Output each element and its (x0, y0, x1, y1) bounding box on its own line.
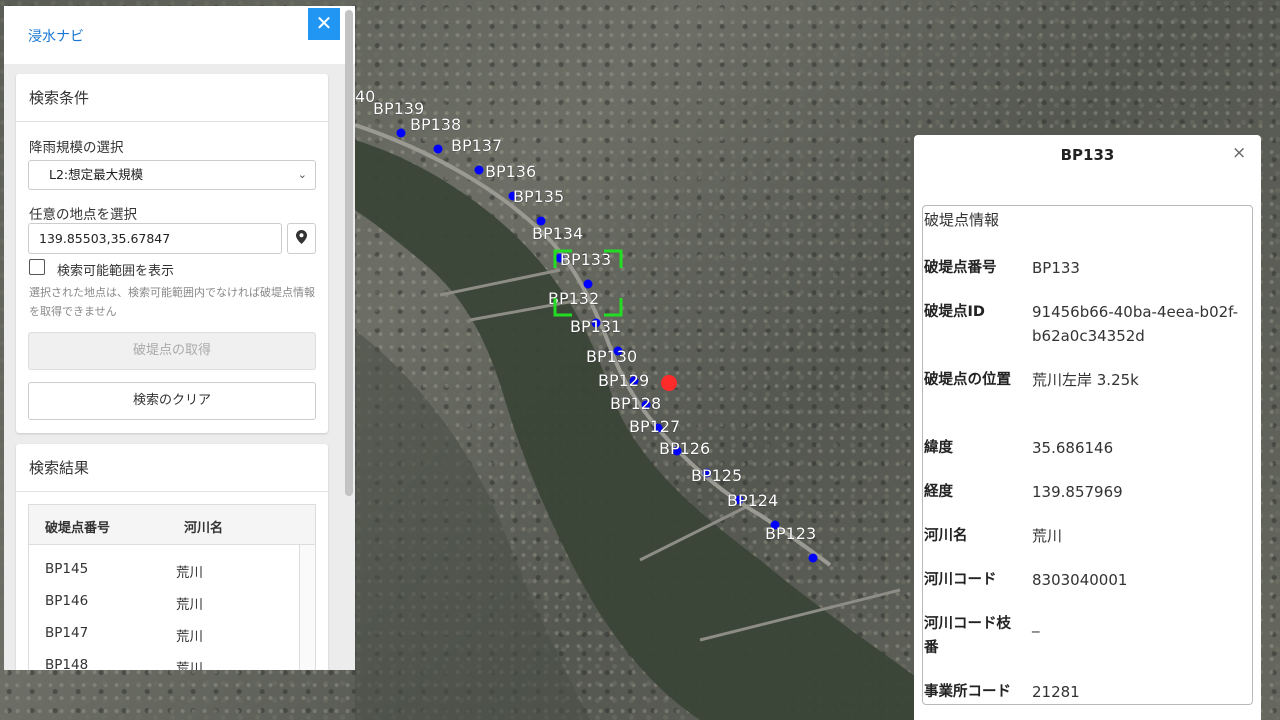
close-panel-button[interactable]: ✕ (308, 8, 340, 40)
detail-value: 91456b66-40ba-4eea-b02f-b62a0c34352d (1032, 303, 1239, 345)
breach-point-dot[interactable] (583, 279, 593, 289)
breach-point-label: BP130 (586, 347, 637, 366)
table-row[interactable]: BP148 荒川 (29, 649, 299, 670)
breach-point-label: BP136 (485, 162, 536, 181)
detail-key: 破堤点番号 (924, 260, 997, 276)
close-icon[interactable]: × (1232, 143, 1246, 163)
breach-point-label: BP133 (560, 250, 611, 269)
table-row[interactable]: BP146 荒川 (29, 585, 299, 617)
table-scrollbar[interactable] (299, 545, 315, 670)
detail-value: 荒川 (1032, 527, 1063, 545)
clear-search-button[interactable]: 検索のクリア (28, 382, 316, 420)
breach-point-details: 破堤点情報 破堤点番号 BP133 破堤点ID 91456b66-40ba-4e… (922, 205, 1253, 705)
cell-river-name: 荒川 (176, 629, 203, 645)
map-pin-icon (296, 230, 307, 244)
table-row[interactable]: BP145 荒川 (29, 553, 299, 585)
location-marker-icon[interactable] (661, 375, 677, 391)
detail-value: 荒川左岸 3.25k (1032, 371, 1139, 389)
details-heading: 破堤点情報 (924, 211, 1000, 229)
breach-point-label: BP125 (691, 466, 742, 485)
cell-breach-number: BP146 (45, 593, 89, 609)
rainfall-label: 降雨規模の選択 (29, 140, 124, 156)
detail-key: 河川コード枝番 (924, 616, 1011, 656)
search-panel: 浸水ナビ 検索条件 降雨規模の選択 L2:想定最大規模 ⌄ 任意の地点を選択 1… (4, 6, 355, 670)
app-header: 浸水ナビ (4, 6, 355, 64)
show-range-checkbox[interactable] (29, 259, 45, 275)
detail-value: 8303040001 (1032, 571, 1128, 589)
detail-key: 経度 (924, 484, 953, 500)
detail-key: 事業所コード (924, 684, 1011, 700)
breach-point-dot[interactable] (396, 128, 406, 138)
breach-point-label: BP126 (659, 439, 710, 458)
rainfall-selected-value: L2:想定最大規模 (49, 167, 144, 182)
point-label: 任意の地点を選択 (29, 207, 137, 223)
search-results-card: 検索結果 破堤点番号 河川名 BP145 荒川 BP146 荒川 BP147 荒… (16, 444, 328, 670)
detail-key: 緯度 (924, 440, 953, 456)
detail-key: 破堤点の位置 (924, 372, 1011, 388)
cell-river-name: 荒川 (176, 565, 203, 581)
search-conditions-card: 検索条件 降雨規模の選択 L2:想定最大規模 ⌄ 任意の地点を選択 139.85… (16, 74, 328, 433)
cell-breach-number: BP148 (45, 657, 89, 670)
results-card-title: 検索結果 (16, 444, 328, 492)
detail-key: 河川コード (924, 572, 997, 588)
show-range-label[interactable]: 検索可能範囲を表示 (57, 260, 174, 279)
breach-point-dot[interactable] (808, 553, 818, 563)
detail-value: 21281 (1032, 683, 1080, 701)
column-header-breach-number[interactable]: 破堤点番号 (45, 517, 110, 536)
breach-point-label: BP123 (765, 524, 816, 543)
column-header-river-name[interactable]: 河川名 (184, 517, 223, 536)
app-title[interactable]: 浸水ナビ (28, 29, 84, 45)
breach-point-label: BP127 (629, 417, 680, 436)
cell-breach-number: BP147 (45, 625, 89, 641)
panel-scrollbar[interactable] (345, 10, 353, 496)
breach-point-label: BP129 (598, 371, 649, 390)
detail-value: 35.686146 (1032, 439, 1114, 457)
rainfall-select[interactable]: L2:想定最大規模 ⌄ (28, 160, 316, 190)
detail-value: _ (1032, 615, 1040, 633)
breach-point-label: BP124 (727, 491, 778, 510)
fetch-breach-point-button[interactable]: 破堤点の取得 (28, 332, 316, 370)
map-partial-label: 40 (355, 87, 375, 106)
breach-point-dot[interactable] (474, 165, 484, 175)
breach-point-dot[interactable] (433, 144, 443, 154)
point-input[interactable]: 139.85503,35.67847 (28, 223, 282, 254)
table-row[interactable]: BP147 荒川 (29, 617, 299, 649)
results-table: 破堤点番号 河川名 BP145 荒川 BP146 荒川 BP147 荒川 BP1… (28, 504, 316, 670)
breach-point-label: BP128 (610, 394, 661, 413)
search-card-title: 検索条件 (16, 74, 328, 122)
breach-point-label: BP137 (451, 136, 502, 155)
breach-point-info-panel: BP133 × 破堤点情報 破堤点番号 BP133 破堤点ID 91456b66… (914, 135, 1261, 720)
breach-point-label: BP138 (410, 115, 461, 134)
pick-location-button[interactable] (287, 223, 316, 254)
detail-key: 破堤点ID (924, 304, 985, 320)
info-panel-title: BP133 (1060, 146, 1115, 164)
detail-value: 139.857969 (1032, 483, 1123, 501)
range-note: 選択された地点は、検索可能範囲内でなければ破堤点情報を取得できません (29, 286, 315, 318)
breach-point-label: BP134 (532, 224, 583, 243)
detail-key: 河川名 (924, 528, 968, 544)
cell-river-name: 荒川 (176, 661, 203, 670)
chevron-down-icon: ⌄ (297, 168, 307, 181)
detail-value: BP133 (1032, 259, 1080, 277)
cell-breach-number: BP145 (45, 561, 89, 577)
breach-point-label: BP135 (513, 187, 564, 206)
breach-point-label: BP131 (570, 317, 621, 336)
results-table-header: 破堤点番号 河川名 (29, 505, 315, 545)
cell-river-name: 荒川 (176, 597, 203, 613)
